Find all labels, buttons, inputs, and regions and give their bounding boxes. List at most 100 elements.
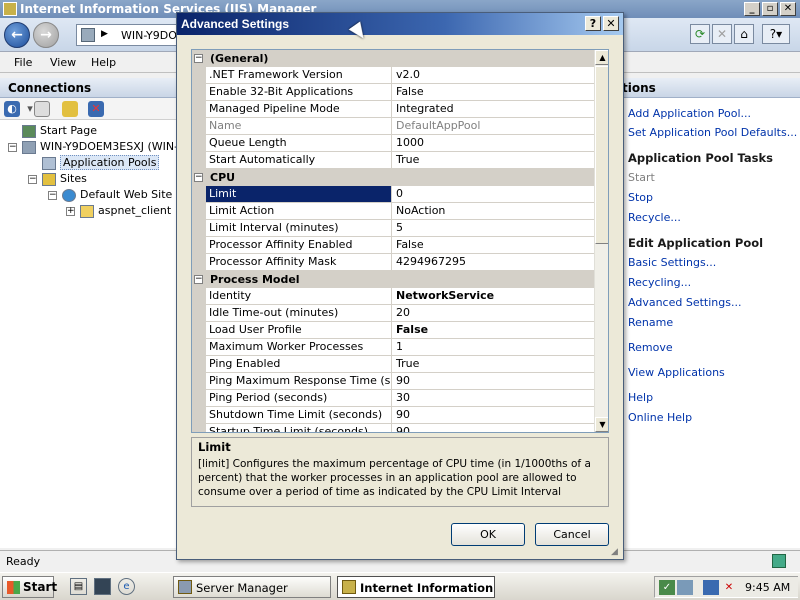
property-value[interactable]: 0	[392, 186, 594, 203]
collapse-general-icon[interactable]: −	[194, 54, 203, 63]
property-value[interactable]: 90	[392, 407, 594, 424]
rename-link[interactable]: Rename	[628, 316, 673, 329]
disconnect-icon[interactable]: ✕	[88, 101, 104, 117]
connect-icon[interactable]: ◐	[4, 101, 20, 117]
clock[interactable]: 9:45 AM	[745, 581, 790, 594]
property-value[interactable]: Integrated	[392, 101, 594, 118]
set-defaults-link[interactable]: Set Application Pool Defaults...	[628, 126, 797, 139]
property-row[interactable]: .NET Framework Version v2.0	[192, 67, 594, 84]
property-row-selected[interactable]: Limit 0	[192, 186, 594, 203]
property-row[interactable]: Managed Pipeline Mode Integrated	[192, 101, 594, 118]
collapse-sites-icon[interactable]: −	[28, 175, 37, 184]
property-row[interactable]: Name DefaultAppPool	[192, 118, 594, 135]
online-help-link[interactable]: Online Help	[628, 411, 692, 424]
minimize-button[interactable]: _	[744, 2, 760, 16]
basic-settings-link[interactable]: Basic Settings...	[628, 256, 716, 269]
property-row[interactable]: Queue Length 1000	[192, 135, 594, 152]
property-row[interactable]: Limit Interval (minutes) 5	[192, 220, 594, 237]
property-value[interactable]: False	[392, 237, 594, 254]
stop-link[interactable]: Stop	[628, 191, 653, 204]
property-row[interactable]: Ping Maximum Response Time (seconds)90	[192, 373, 594, 390]
help-button[interactable]: ?	[585, 16, 601, 31]
property-row[interactable]: Identity NetworkService	[192, 288, 594, 305]
volume-muted-icon[interactable]: ✕	[721, 580, 737, 595]
resize-grip-icon[interactable]: ◢	[611, 547, 621, 557]
stop-icon[interactable]: ✕	[712, 24, 732, 44]
help-link[interactable]: Help	[628, 391, 653, 404]
scroll-down-icon[interactable]: ▼	[595, 417, 608, 432]
up-folder-icon[interactable]	[62, 101, 78, 117]
property-value[interactable]: 1000	[392, 135, 594, 152]
collapse-cpu-icon[interactable]: −	[194, 173, 203, 182]
taskbar-iis-manager[interactable]: Internet Information ...	[337, 576, 495, 598]
property-value[interactable]: 1	[392, 339, 594, 356]
property-value[interactable]: 90	[392, 373, 594, 390]
close-dialog-button[interactable]: ✕	[603, 16, 619, 31]
property-value[interactable]: NoAction	[392, 203, 594, 220]
collapse-default-site-icon[interactable]: −	[48, 191, 57, 200]
property-value[interactable]: v2.0	[392, 67, 594, 84]
network-icon[interactable]	[677, 580, 693, 595]
property-row[interactable]: Load User Profile False	[192, 322, 594, 339]
refresh-icon[interactable]: ⟳	[690, 24, 710, 44]
internet-explorer-icon[interactable]: e	[118, 578, 135, 595]
forward-arrow-icon[interactable]: →	[33, 22, 59, 48]
show-desktop-icon[interactable]	[94, 578, 111, 595]
tree-start-page[interactable]: Start Page	[22, 123, 97, 139]
ok-button[interactable]: OK	[451, 523, 525, 546]
property-value[interactable]: 5	[392, 220, 594, 237]
collapse-server-icon[interactable]: −	[8, 143, 17, 152]
category-general[interactable]: − (General)	[192, 50, 594, 67]
property-row[interactable]: Idle Time-out (minutes) 20	[192, 305, 594, 322]
property-value[interactable]: False	[392, 322, 594, 339]
maximize-button[interactable]: ▫	[762, 2, 778, 16]
scroll-up-icon[interactable]: ▲	[595, 50, 608, 65]
advanced-settings-link[interactable]: Advanced Settings...	[628, 296, 741, 309]
collapse-process-model-icon[interactable]: −	[194, 275, 203, 284]
property-row[interactable]: Ping Enabled True	[192, 356, 594, 373]
recycle-link[interactable]: Recycle...	[628, 211, 681, 224]
property-value[interactable]: 4294967295	[392, 254, 594, 271]
tree-server[interactable]: WIN-Y9DOEM3ESXJ (WIN-Y	[22, 139, 184, 155]
view-applications-link[interactable]: View Applications	[628, 366, 725, 379]
menu-file[interactable]: File	[14, 56, 32, 69]
property-row[interactable]: Processor Affinity Mask 4294967295	[192, 254, 594, 271]
menu-view[interactable]: View	[50, 56, 76, 69]
tree-application-pools[interactable]: Application Pools	[42, 155, 160, 171]
back-arrow-icon[interactable]: ←	[4, 22, 30, 48]
save-icon[interactable]	[34, 101, 50, 117]
start-button[interactable]: Start	[2, 576, 57, 598]
dialog-title-bar[interactable]: Advanced Settings ? ✕	[177, 13, 623, 35]
tree-aspnet-client[interactable]: aspnet_client	[80, 203, 171, 219]
address-breadcrumb[interactable]: ▶ WIN-Y9DOE	[76, 24, 186, 46]
close-window-button[interactable]: ✕	[780, 2, 796, 16]
help-dropdown-icon[interactable]: ?▾	[762, 24, 790, 44]
add-application-pool-link[interactable]: Add Application Pool...	[628, 107, 751, 120]
property-row[interactable]: Limit Action NoAction	[192, 203, 594, 220]
property-value[interactable]: False	[392, 84, 594, 101]
property-row[interactable]: Processor Affinity Enabled False	[192, 237, 594, 254]
tree-sites[interactable]: Sites	[42, 171, 87, 187]
recycling-link[interactable]: Recycling...	[628, 276, 691, 289]
property-grid-scrollbar[interactable]: ▲ ▼	[594, 50, 608, 432]
home-icon[interactable]: ⌂	[734, 24, 754, 44]
property-value[interactable]: 20	[392, 305, 594, 322]
category-process-model[interactable]: − Process Model	[192, 271, 594, 288]
tree-default-web-site[interactable]: Default Web Site	[62, 187, 172, 203]
property-value[interactable]: True	[392, 356, 594, 373]
start-link[interactable]: Start	[628, 171, 655, 184]
expand-aspnet-client-icon[interactable]: +	[66, 207, 75, 216]
category-cpu[interactable]: − CPU	[192, 169, 594, 186]
security-shield-icon[interactable]: ✓	[659, 580, 675, 595]
remove-link[interactable]: Remove	[628, 341, 673, 354]
server-manager-quicklaunch-icon[interactable]: ▤	[70, 578, 87, 595]
update-icon[interactable]	[703, 580, 719, 595]
taskbar-server-manager[interactable]: Server Manager	[173, 576, 331, 598]
property-row[interactable]: Start Automatically True	[192, 152, 594, 169]
property-row[interactable]: Ping Period (seconds) 30	[192, 390, 594, 407]
property-value[interactable]: 90	[392, 424, 594, 432]
property-value[interactable]: 30	[392, 390, 594, 407]
property-value[interactable]: NetworkService	[392, 288, 594, 305]
property-value[interactable]: True	[392, 152, 594, 169]
property-row[interactable]: Enable 32-Bit Applications False	[192, 84, 594, 101]
